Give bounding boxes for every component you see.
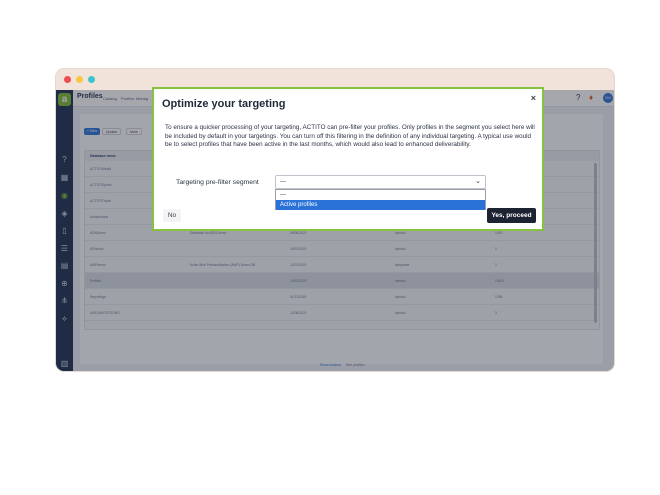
modal-title: Optimize your targeting xyxy=(162,98,286,110)
optimize-targeting-modal: Optimize your targeting × To ensure a qu… xyxy=(152,87,544,231)
chevron-down-icon: ⌄ xyxy=(475,178,481,185)
yes-proceed-button[interactable]: Yes, proceed xyxy=(487,208,536,223)
window-close-icon[interactable] xyxy=(64,76,71,83)
window-minimize-icon[interactable] xyxy=(76,76,83,83)
segment-option-active-profiles[interactable]: Active profiles xyxy=(276,200,485,210)
close-icon[interactable]: × xyxy=(531,93,536,103)
no-button[interactable]: No xyxy=(163,209,181,222)
segment-select[interactable]: --- ⌄ xyxy=(275,175,486,189)
modal-description: To ensure a quicker processing of your t… xyxy=(165,124,535,149)
segment-select-value: --- xyxy=(280,179,286,185)
segment-option-none[interactable]: --- xyxy=(276,190,485,200)
window-zoom-icon[interactable] xyxy=(88,76,95,83)
segment-label: Targeting pre-filter segment xyxy=(176,179,259,186)
segment-dropdown: --- Active profiles xyxy=(275,189,486,210)
